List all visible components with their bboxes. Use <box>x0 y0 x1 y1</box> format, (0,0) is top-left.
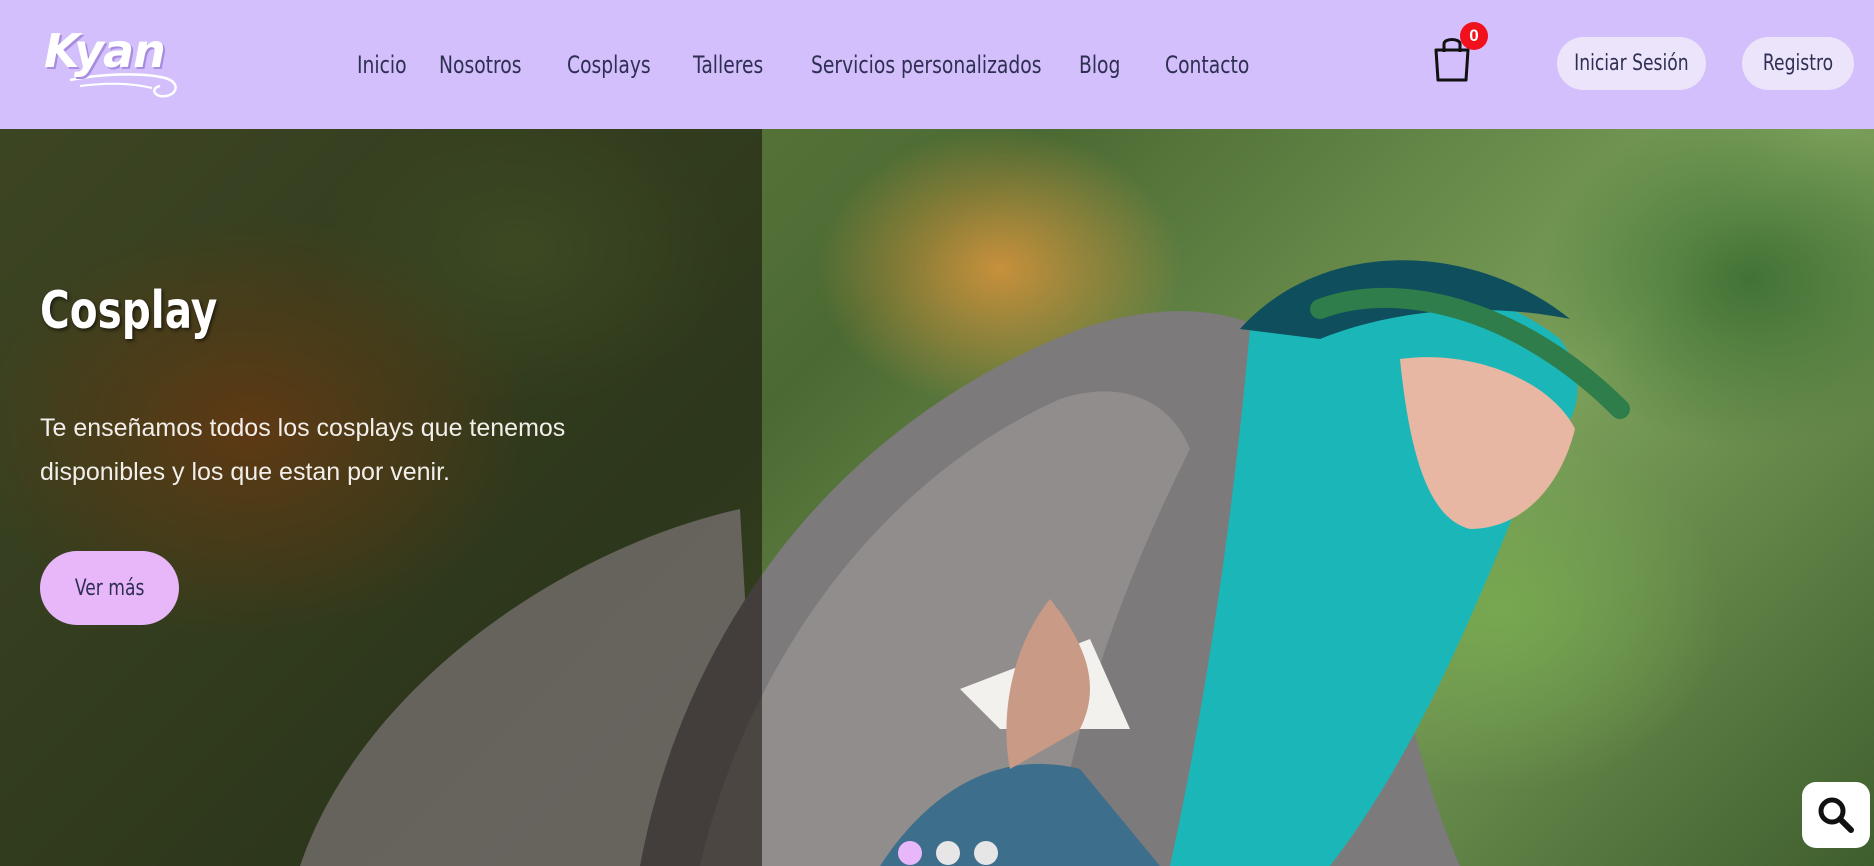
main-nav: Inicio Nosotros Cosplays Talleres Servic… <box>357 0 1255 129</box>
register-button-label: Registro <box>1762 51 1834 76</box>
floating-search-button[interactable] <box>1802 782 1870 848</box>
nav-item-servicios-personalizados[interactable]: Servicios personalizados <box>811 51 1041 79</box>
nav-item-inicio[interactable]: Inicio <box>357 51 421 79</box>
site-header: Kyan Inicio Nosotros Cosplays Talleres S… <box>0 0 1874 129</box>
nav-item-talleres[interactable]: Talleres <box>693 51 785 79</box>
ver-mas-button[interactable]: Ver más <box>40 551 179 625</box>
logo-text: Kyan <box>44 24 166 78</box>
nav-item-nosotros[interactable]: Nosotros <box>439 51 539 79</box>
hero-title: Cosplay <box>40 281 218 341</box>
slider-dot-2[interactable] <box>936 841 960 865</box>
nav-item-cosplays[interactable]: Cosplays <box>567 51 665 79</box>
brand-logo[interactable]: Kyan <box>40 22 190 106</box>
hero-text-overlay <box>0 129 762 866</box>
cart-count-badge: 0 <box>1460 22 1488 50</box>
login-button[interactable]: Iniciar Sesión <box>1557 37 1706 90</box>
register-button[interactable]: Registro <box>1742 37 1854 90</box>
login-button-label: Iniciar Sesión <box>1574 51 1689 76</box>
slider-dots <box>898 841 998 865</box>
ver-mas-label: Ver más <box>74 575 145 601</box>
nav-item-blog[interactable]: Blog <box>1079 51 1146 79</box>
hero-description: Te enseñamos todos los cosplays que tene… <box>40 414 566 486</box>
slider-dot-1[interactable] <box>898 841 922 865</box>
hero-slider: Cosplay Te enseñamos todos los cosplays … <box>0 129 1874 866</box>
slider-dot-3[interactable] <box>974 841 998 865</box>
nav-item-contacto[interactable]: Contacto <box>1165 51 1249 79</box>
search-icon <box>1818 797 1854 833</box>
